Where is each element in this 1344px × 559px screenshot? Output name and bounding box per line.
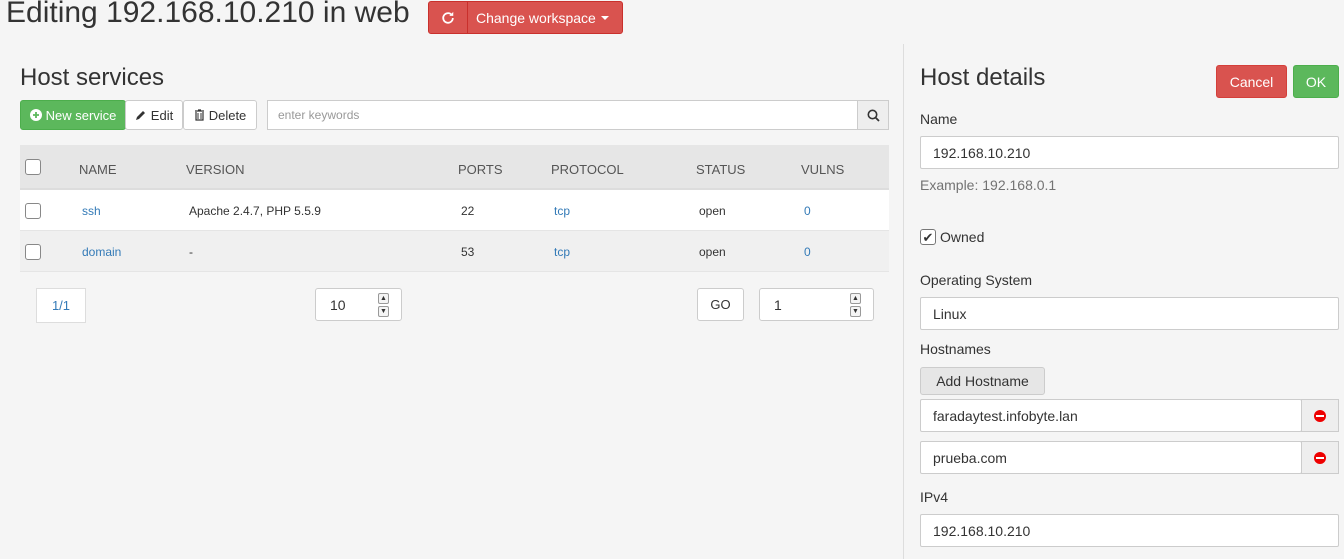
- search-input[interactable]: [267, 100, 858, 130]
- ok-button[interactable]: OK: [1293, 65, 1339, 98]
- owned-checkbox[interactable]: ✔: [920, 229, 936, 245]
- page-size-value: 10: [330, 296, 346, 313]
- column-header-protocol[interactable]: PROTOCOL: [551, 162, 624, 177]
- search-button[interactable]: [857, 100, 889, 130]
- service-vulns-link[interactable]: 0: [804, 245, 811, 259]
- service-name-link[interactable]: domain: [82, 245, 121, 259]
- go-page-value: 1: [774, 296, 782, 313]
- go-page-input[interactable]: 1 ▲ ▼: [759, 288, 874, 321]
- checkmark-icon: ✔: [922, 229, 934, 245]
- change-workspace-button[interactable]: Change workspace: [428, 1, 623, 34]
- new-service-label: New service: [45, 107, 117, 123]
- os-input[interactable]: Linux: [920, 297, 1339, 330]
- refresh-icon[interactable]: [429, 2, 468, 33]
- owned-toggle[interactable]: ✔ Owned: [920, 229, 984, 245]
- service-version: -: [189, 245, 193, 259]
- column-header-status[interactable]: STATUS: [696, 162, 745, 177]
- os-label: Operating System: [920, 272, 1033, 288]
- add-hostname-button[interactable]: Add Hostname: [920, 367, 1045, 395]
- service-status: open: [699, 204, 726, 218]
- remove-circle-icon: [1314, 409, 1326, 422]
- plus-circle-icon: [29, 109, 42, 121]
- hostname-input[interactable]: faradaytest.infobyte.lan: [920, 399, 1302, 432]
- service-status: open: [699, 245, 726, 259]
- service-vulns-link[interactable]: 0: [804, 204, 811, 218]
- services-table: NAME VERSION PORTS PROTOCOL STATUS VULNS…: [20, 145, 889, 272]
- cancel-button[interactable]: Cancel: [1216, 65, 1287, 98]
- column-header-vulns[interactable]: VULNS: [801, 162, 844, 177]
- page-size-spinner[interactable]: ▲ ▼: [378, 293, 389, 317]
- column-header-name[interactable]: NAME: [79, 162, 117, 177]
- service-name-link[interactable]: ssh: [82, 204, 101, 218]
- page-title: Editing 192.168.10.210 in web: [6, 0, 410, 29]
- page-indicator: 1/1: [36, 288, 86, 323]
- row-checkbox[interactable]: [25, 203, 41, 219]
- ipv4-input[interactable]: 192.168.10.210: [920, 514, 1339, 547]
- remove-hostname-button[interactable]: [1301, 441, 1339, 474]
- select-all-checkbox[interactable]: [25, 159, 41, 175]
- table-row[interactable]: domain - 53 tcp open 0: [20, 231, 889, 272]
- trash-icon: [194, 109, 204, 121]
- service-version: Apache 2.4.7, PHP 5.5.9: [189, 204, 321, 218]
- remove-hostname-button[interactable]: [1301, 399, 1339, 432]
- name-label: Name: [920, 111, 958, 127]
- services-title: Host services: [20, 64, 165, 91]
- table-header: NAME VERSION PORTS PROTOCOL STATUS VULNS: [20, 145, 889, 190]
- pencil-icon: [135, 111, 145, 120]
- hostname-input[interactable]: prueba.com: [920, 441, 1302, 474]
- page-size-input[interactable]: 10 ▲ ▼: [315, 288, 402, 321]
- go-button[interactable]: GO: [697, 288, 744, 321]
- edit-button[interactable]: Edit: [125, 100, 183, 130]
- caret-down-icon: [600, 15, 609, 20]
- change-workspace-label: Change workspace: [476, 9, 596, 26]
- column-header-ports[interactable]: PORTS: [458, 162, 503, 177]
- service-protocol-link[interactable]: tcp: [554, 245, 570, 259]
- new-service-button[interactable]: New service: [20, 100, 126, 130]
- service-ports: 53: [461, 245, 475, 259]
- table-row[interactable]: ssh Apache 2.4.7, PHP 5.5.9 22 tcp open …: [20, 190, 889, 231]
- panel-divider: [903, 44, 904, 559]
- hostnames-label: Hostnames: [920, 341, 991, 357]
- name-help-text: Example: 192.168.0.1: [920, 177, 1057, 193]
- go-page-spinner[interactable]: ▲ ▼: [850, 293, 861, 317]
- service-ports: 22: [461, 204, 475, 218]
- ipv4-label: IPv4: [920, 489, 949, 505]
- details-title: Host details: [920, 64, 1046, 91]
- remove-circle-icon: [1314, 451, 1326, 464]
- row-checkbox[interactable]: [25, 244, 41, 260]
- service-protocol-link[interactable]: tcp: [554, 204, 570, 218]
- search-icon: [867, 109, 880, 122]
- delete-button[interactable]: Delete: [183, 100, 257, 130]
- delete-label: Delete: [208, 107, 247, 123]
- column-header-version[interactable]: VERSION: [186, 162, 245, 177]
- name-input[interactable]: 192.168.10.210: [920, 136, 1339, 169]
- edit-label: Edit: [150, 107, 174, 123]
- owned-label: Owned: [940, 229, 985, 245]
